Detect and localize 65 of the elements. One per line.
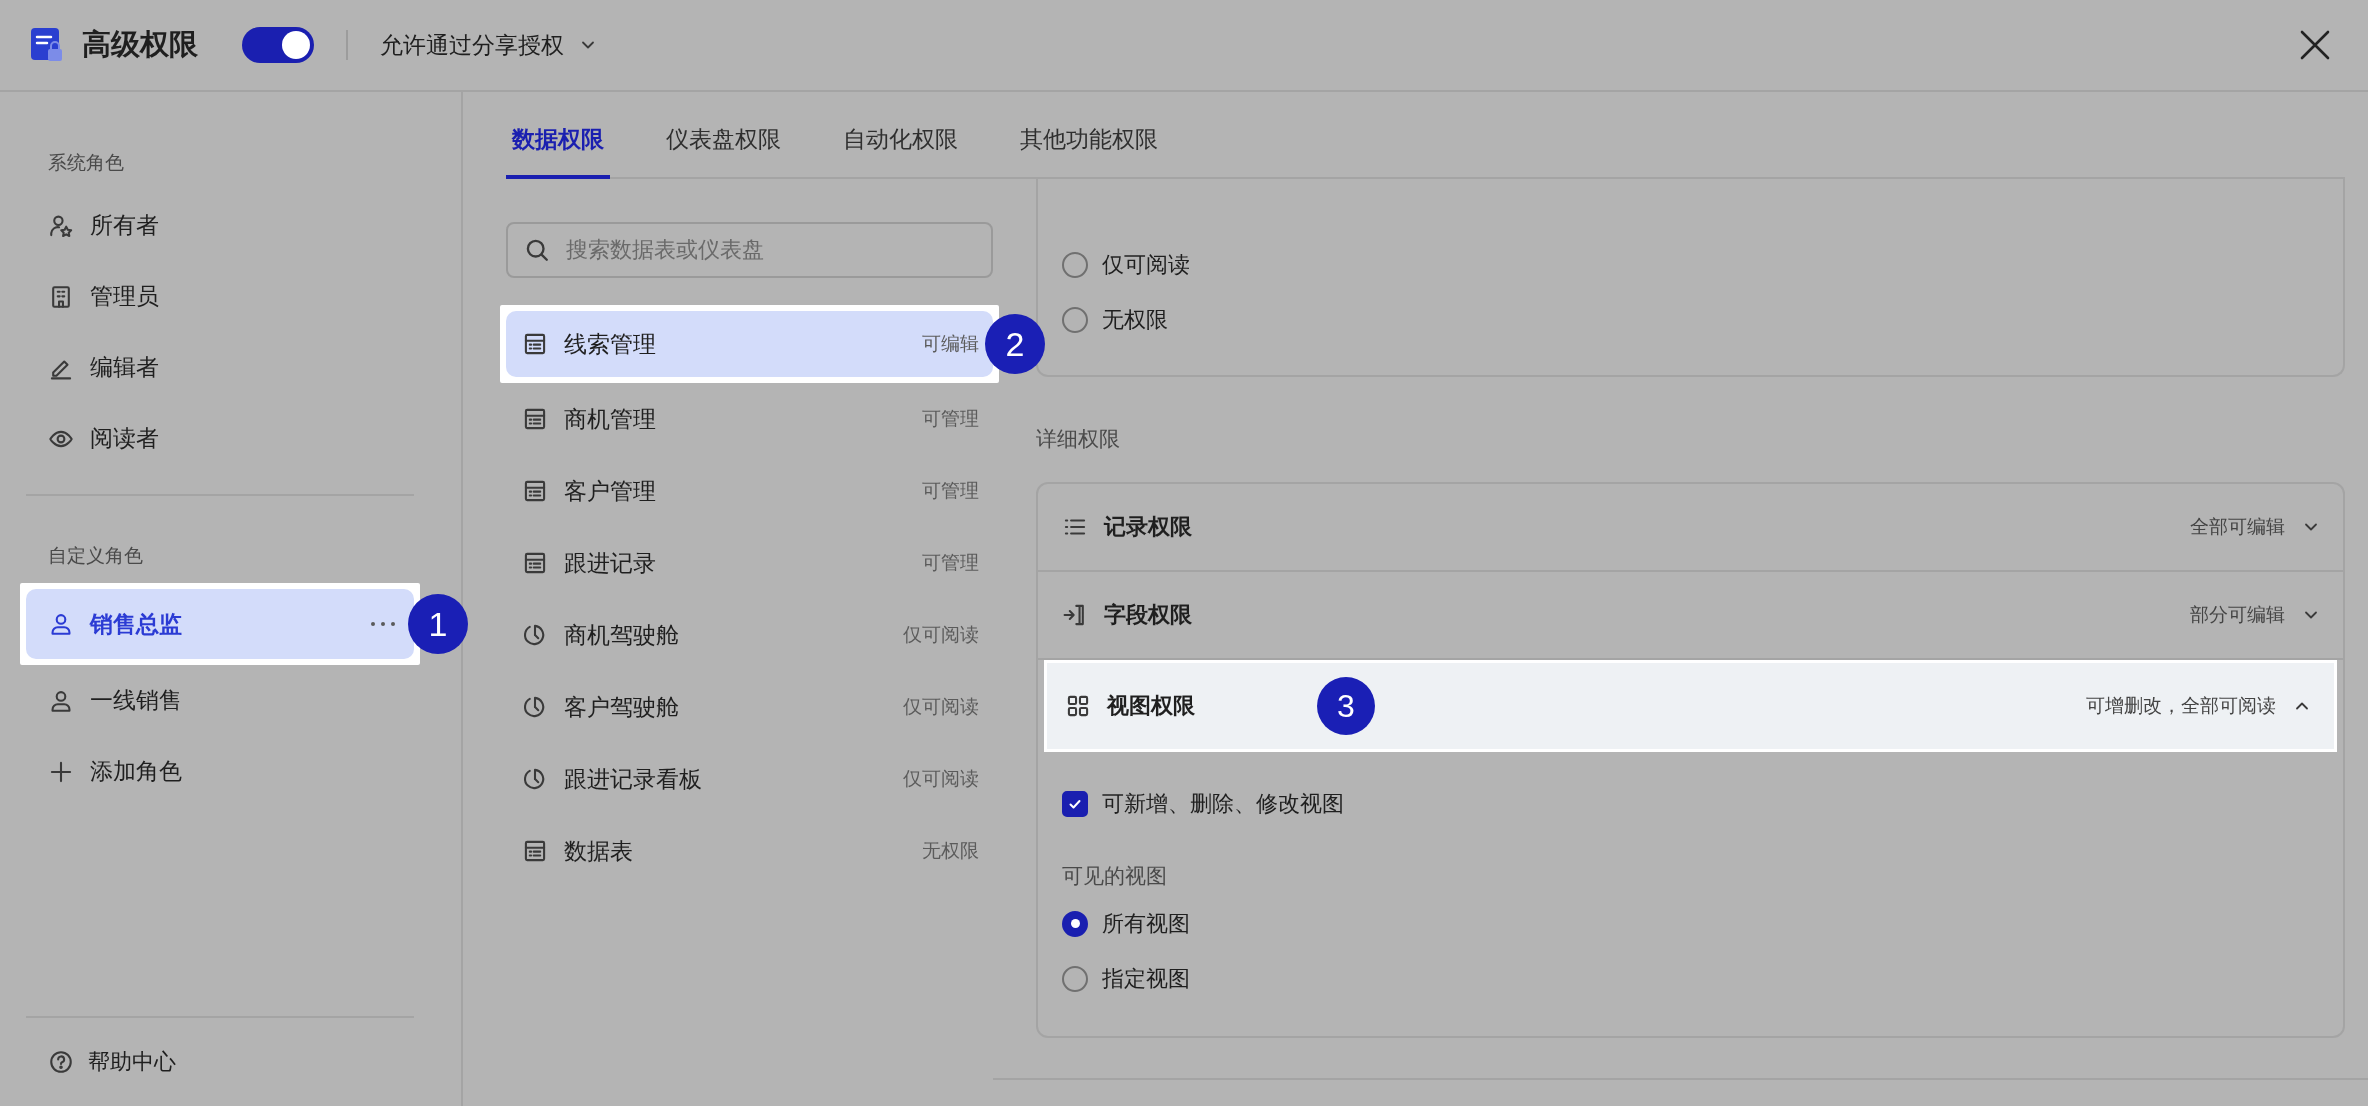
step-badge: 2 xyxy=(985,314,1045,374)
toggle-switch[interactable] xyxy=(242,27,314,63)
resource-item[interactable]: 数据表 无权限 xyxy=(506,815,993,887)
radio-button[interactable] xyxy=(1062,910,1088,937)
permission-label: 可管理 xyxy=(922,551,979,575)
table-icon xyxy=(522,478,548,504)
grid-icon xyxy=(1065,693,1091,719)
role-item[interactable]: 所有者 xyxy=(26,190,414,261)
step-badge: 3 xyxy=(1317,677,1375,735)
resource-item[interactable]: 跟进记录 可管理 xyxy=(506,527,993,599)
close-icon[interactable] xyxy=(2298,28,2332,62)
role-item[interactable]: 管理员 xyxy=(26,261,414,332)
role-item[interactable]: 阅读者 xyxy=(26,403,414,474)
resource-item[interactable]: 商机驾驶舱 仅可阅读 xyxy=(506,599,993,671)
option-label: 指定视图 xyxy=(1102,964,1190,993)
radio-button[interactable] xyxy=(1062,306,1088,333)
permission-label: 可编辑 xyxy=(922,332,979,356)
checkbox[interactable] xyxy=(1062,791,1088,817)
resource-item[interactable]: 客户管理 可管理 xyxy=(506,455,993,527)
resource-item[interactable]: 商机管理 可管理 xyxy=(506,383,993,455)
help-icon xyxy=(48,1049,74,1075)
add-role-button[interactable]: 添加角色 xyxy=(26,736,414,807)
table-icon xyxy=(522,550,548,576)
role-item[interactable]: 一线销售 xyxy=(26,665,414,736)
tab[interactable]: 仪表盘权限 xyxy=(660,123,787,179)
option-label: 所有视图 xyxy=(1102,909,1190,938)
permission-row[interactable]: 视图权限 3 可增删改，全部可阅读 xyxy=(1044,660,2337,752)
search-field[interactable]: 搜索数据表或仪表盘 xyxy=(506,222,993,278)
summary-label: 全部可编辑 xyxy=(2190,515,2285,539)
summary-label: 可增删改，全部可阅读 xyxy=(2086,694,2276,718)
permission-label: 可管理 xyxy=(922,407,979,431)
checkbox-label: 可新增、删除、修改视图 xyxy=(1102,790,1344,818)
share-dropdown[interactable]: 允许通过分享授权 xyxy=(380,29,598,61)
permission-label: 无权限 xyxy=(922,839,979,863)
resource-item[interactable]: 客户驾驶舱 仅可阅读 xyxy=(506,671,993,743)
tab[interactable]: 其他功能权限 xyxy=(1014,123,1164,179)
step-badge: 1 xyxy=(408,594,468,654)
permission-label: 仅可阅读 xyxy=(903,695,979,719)
role-item[interactable]: 销售总监 xyxy=(26,589,414,659)
permission-label: 仅可阅读 xyxy=(903,767,979,791)
table-icon xyxy=(522,406,548,432)
table-icon xyxy=(522,838,548,864)
summary-label: 部分可编辑 xyxy=(2190,603,2285,627)
option-label: 仅可阅读 xyxy=(1102,250,1190,279)
section-label: 系统角色 xyxy=(47,151,125,175)
section-label: 详细权限 xyxy=(1036,426,1121,452)
table-icon xyxy=(522,331,548,357)
section-label: 自定义角色 xyxy=(47,544,144,568)
option-label: 无权限 xyxy=(1102,305,1168,334)
more-icon[interactable] xyxy=(370,620,396,628)
app-logo-icon xyxy=(30,27,64,63)
section-label: 可见的视图 xyxy=(1062,863,1168,889)
search-icon xyxy=(524,237,550,263)
resource-item[interactable]: 线索管理 可编辑 xyxy=(506,311,993,377)
permission-label: 仅可阅读 xyxy=(903,623,979,647)
window-title: 高级权限 xyxy=(82,27,198,62)
radio-button[interactable] xyxy=(1062,251,1088,278)
radio-button[interactable] xyxy=(1062,965,1088,992)
permission-row[interactable]: 记录权限 全部可编辑 xyxy=(1038,484,2343,572)
permission-label: 可管理 xyxy=(922,479,979,503)
resource-item[interactable]: 跟进记录看板 仅可阅读 xyxy=(506,743,993,815)
tab[interactable]: 自动化权限 xyxy=(837,123,964,179)
tab[interactable]: 数据权限 xyxy=(506,123,610,179)
role-item[interactable]: 编辑者 xyxy=(26,332,414,403)
help-link[interactable]: 帮助中心 xyxy=(20,1018,420,1106)
